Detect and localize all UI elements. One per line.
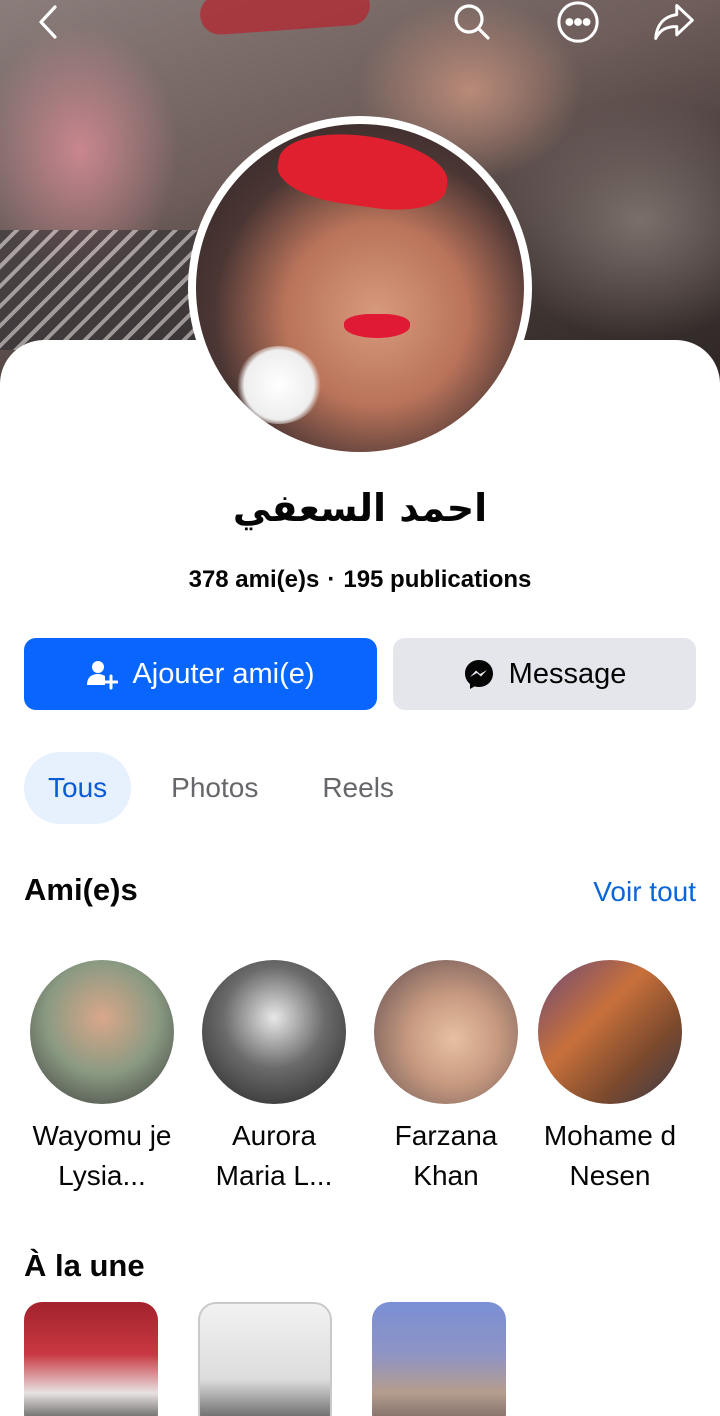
see-all-friends-link[interactable]: Voir tout: [593, 876, 696, 908]
friend-avatar: [202, 960, 346, 1104]
friend-name: Farzana Khan: [394, 1120, 498, 1191]
more-dots-icon[interactable]: [556, 0, 600, 44]
friend-item[interactable]: Aurora Maria L...: [194, 960, 354, 1196]
stats-separator: ·: [327, 566, 336, 593]
avatar-detail: [344, 314, 410, 338]
featured-item[interactable]: [198, 1302, 332, 1416]
featured-section-title: À la une: [24, 1248, 145, 1283]
featured-item[interactable]: [372, 1302, 506, 1416]
friend-name: Aurora Maria L...: [215, 1120, 333, 1191]
messenger-icon: [463, 658, 495, 690]
avatar-detail: [273, 124, 453, 218]
avatar-detail: [236, 346, 322, 424]
friend-name: Mohame d Nesen: [543, 1120, 677, 1191]
tab-reels[interactable]: Reels: [322, 752, 394, 824]
featured-item[interactable]: [24, 1302, 158, 1416]
friend-name: Wayomu je Lysia...: [32, 1120, 172, 1191]
message-label: Message: [508, 657, 627, 690]
person-plus-icon: [86, 658, 119, 690]
profile-tabs: Tous Photos Reels: [24, 752, 394, 824]
tab-photos[interactable]: Photos: [171, 752, 258, 824]
share-arrow-icon[interactable]: [652, 0, 696, 44]
search-icon[interactable]: [450, 0, 494, 44]
friend-item[interactable]: Mohame d Nesen: [530, 960, 690, 1196]
profile-stats: 378 ami(e)s · 195 publications: [0, 566, 720, 594]
friend-item[interactable]: Wayomu je Lysia...: [22, 960, 182, 1196]
friend-avatar: [30, 960, 174, 1104]
tab-tous[interactable]: Tous: [24, 752, 132, 824]
profile-avatar[interactable]: [188, 116, 532, 460]
friend-avatar: [374, 960, 518, 1104]
add-friend-button[interactable]: Ajouter ami(e): [24, 638, 377, 710]
message-button[interactable]: Message: [393, 638, 696, 710]
chevron-left-icon[interactable]: [26, 0, 70, 44]
top-bar: [0, 0, 720, 44]
profile-name: احمد السعفي: [232, 486, 488, 530]
avatar-photo: [196, 124, 524, 452]
friend-item[interactable]: Farzana Khan: [366, 960, 526, 1196]
friends-count[interactable]: 378 ami(e)s: [189, 566, 320, 593]
add-friend-label: Ajouter ami(e): [132, 657, 315, 690]
friends-section-title: Ami(e)s: [24, 872, 138, 907]
friends-list: Wayomu je Lysia... Aurora Maria L... Far…: [0, 960, 720, 1200]
posts-count: 195 publications: [343, 566, 532, 593]
friend-avatar: [538, 960, 682, 1104]
cover-detail: [0, 230, 210, 350]
